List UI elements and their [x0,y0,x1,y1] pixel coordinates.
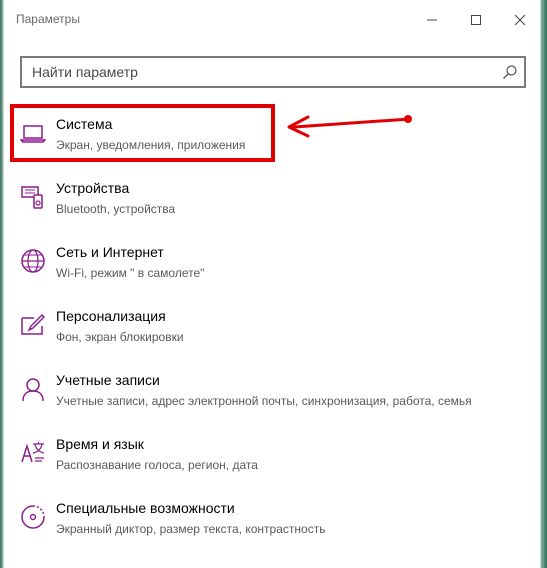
settings-item-network[interactable]: Сеть и Интернет Wi-Fi, режим " в самолет… [14,236,534,290]
settings-item-devices[interactable]: Устройства Bluetooth, устройства [14,172,534,226]
item-label: Персонализация [56,308,166,324]
laptop-icon [20,120,46,146]
item-description: Bluetooth, устройства [56,202,176,216]
item-description: Экранный диктор, размер текста, контраст… [56,522,326,536]
item-label: Учетные записи [56,372,160,388]
paintbrush-icon [20,312,46,338]
item-label: Сеть и Интернет [56,244,164,260]
search-input[interactable] [32,63,492,81]
search-box[interactable] [20,56,526,88]
item-label: Устройства [56,180,130,196]
item-label: Время и язык [56,436,144,452]
devices-icon [20,184,46,210]
settings-item-system[interactable]: Система Экран, уведомления, приложения [14,108,534,162]
item-description: Wi-Fi, режим " в самолете" [56,266,205,280]
search-icon[interactable] [502,64,518,80]
title-bar: Параметры [4,0,540,40]
ease-of-access-icon [20,504,46,530]
close-icon [514,14,526,26]
settings-item-time-language[interactable]: Время и язык Распознавание голоса, регио… [14,428,534,482]
minimize-button[interactable] [412,6,452,34]
settings-item-personalization[interactable]: Персонализация Фон, экран блокировки [14,300,534,354]
globe-icon [20,248,46,274]
item-description: Фон, экран блокировки [56,330,184,344]
item-label: Система [56,116,113,132]
close-button[interactable] [500,6,540,34]
item-label: Специальные возможности [56,500,235,516]
maximize-icon [471,15,481,25]
item-description: Экран, уведомления, приложения [56,138,246,152]
settings-item-accounts[interactable]: Учетные записи Учетные записи, адрес эле… [14,364,534,418]
minimize-icon [427,19,437,21]
person-icon [20,376,46,402]
item-description: Распознавание голоса, регион, дата [56,458,258,472]
maximize-button[interactable] [456,6,496,34]
item-description: Учетные записи, адрес электронной почты,… [56,394,472,408]
settings-window: Параметры Система Экран, уведомления, пр… [3,0,541,568]
settings-item-ease-of-access[interactable]: Специальные возможности Экранный диктор,… [14,492,534,546]
window-title: Параметры [16,12,80,26]
time-language-icon [20,440,46,466]
